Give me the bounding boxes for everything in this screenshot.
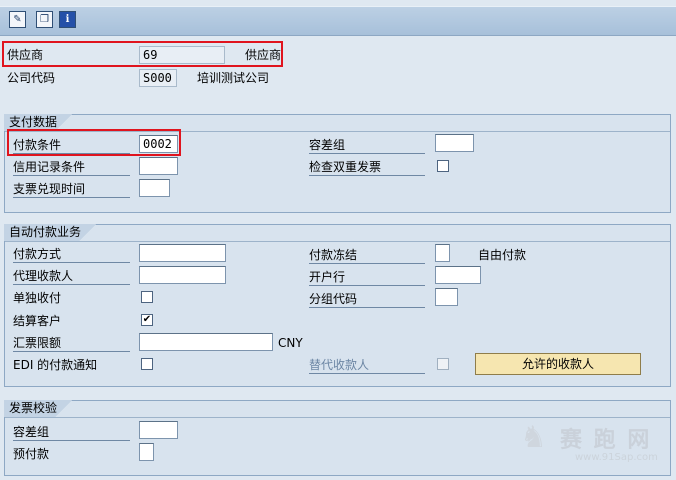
payment-block-label: 付款冻结 bbox=[309, 247, 425, 264]
alternative-payee-field[interactable] bbox=[139, 266, 226, 284]
tolerance-group-field[interactable] bbox=[435, 134, 474, 152]
group-title-line bbox=[5, 417, 670, 418]
watermark-text: 赛 跑 网 bbox=[560, 428, 652, 453]
watermark-logo: ♞ 赛 跑 网 www.91Sap.com bbox=[520, 420, 670, 468]
application-toolbar: ✎ ❐ i bbox=[0, 6, 676, 36]
tolerance-group-label: 容差组 bbox=[309, 137, 425, 154]
permitted-payee-button[interactable]: 允许的收款人 bbox=[475, 353, 641, 375]
house-bank-field[interactable] bbox=[435, 266, 481, 284]
alternative-payee-in-doc-checkbox bbox=[437, 358, 449, 370]
credit-memo-terms-label: 信用记录条件 bbox=[13, 159, 130, 176]
clearing-with-customer-checkbox[interactable]: ✔ bbox=[141, 314, 153, 326]
iv-tolerance-group-label: 容差组 bbox=[13, 424, 130, 441]
prepayment-field[interactable] bbox=[139, 443, 154, 461]
individual-payment-label: 单独收付 bbox=[13, 291, 62, 305]
payment-methods-field[interactable] bbox=[139, 244, 226, 262]
vendor-field[interactable]: 69 bbox=[139, 46, 225, 64]
watermark-runner-icon: ♞ bbox=[520, 420, 547, 455]
bill-of-exchange-limit-field[interactable] bbox=[139, 333, 273, 351]
prepayment-label: 预付款 bbox=[13, 447, 50, 461]
payment-block-field[interactable] bbox=[435, 244, 450, 262]
payment-terms-field[interactable]: 0002 bbox=[139, 135, 178, 153]
group-title-line bbox=[5, 241, 670, 242]
company-code-field[interactable]: S000 bbox=[139, 69, 177, 87]
copy-icon[interactable]: ❐ bbox=[36, 11, 53, 28]
check-cashing-time-label: 支票兑现时间 bbox=[13, 181, 130, 198]
clearing-with-customer-label: 结算客户 bbox=[13, 314, 62, 328]
iv-tolerance-group-field[interactable] bbox=[139, 421, 178, 439]
info-icon[interactable]: i bbox=[59, 11, 76, 28]
check-cashing-time-field[interactable] bbox=[139, 179, 170, 197]
currency-text: CNY bbox=[278, 336, 303, 350]
grouping-key-field[interactable] bbox=[435, 288, 458, 306]
individual-payment-checkbox[interactable] bbox=[141, 291, 153, 303]
check-double-invoice-checkbox[interactable] bbox=[437, 160, 449, 172]
credit-memo-terms-field[interactable] bbox=[139, 157, 178, 175]
company-name-text: 培训测试公司 bbox=[197, 71, 270, 85]
invoice-verification-title: 发票校验 bbox=[4, 400, 76, 417]
vendor-name-text: 供应商 bbox=[245, 48, 282, 62]
alternative-payee-label: 代理收款人 bbox=[13, 268, 130, 285]
bill-of-exchange-limit-label: 汇票限额 bbox=[13, 335, 130, 352]
edi-payment-advice-checkbox[interactable] bbox=[141, 358, 153, 370]
alternative-payee-in-doc-label: 替代收款人 bbox=[309, 357, 425, 374]
grouping-key-label: 分组代码 bbox=[309, 291, 425, 308]
vendor-label: 供应商 bbox=[7, 48, 44, 62]
payment-terms-label: 付款条件 bbox=[13, 137, 130, 154]
watermark-url: www.91Sap.com bbox=[575, 452, 658, 463]
edi-payment-advice-label: EDI 的付款通知 bbox=[13, 358, 98, 372]
check-double-invoice-label: 检查双重发票 bbox=[309, 159, 425, 176]
payment-methods-label: 付款方式 bbox=[13, 246, 130, 263]
display-change-icon[interactable]: ✎ bbox=[9, 11, 26, 28]
company-code-label: 公司代码 bbox=[7, 71, 56, 85]
house-bank-label: 开户行 bbox=[309, 269, 425, 286]
payment-block-description: 自由付款 bbox=[478, 248, 527, 262]
auto-payment-title: 自动付款业务 bbox=[4, 224, 100, 241]
